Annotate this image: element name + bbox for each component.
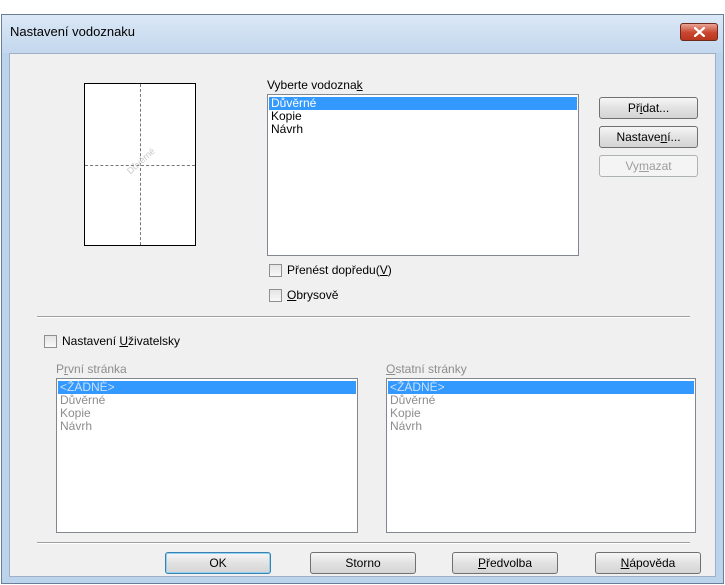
outline-checkbox[interactable]	[269, 289, 282, 302]
cb-text: Nastavení	[62, 334, 120, 348]
list-item[interactable]: Kopie	[388, 407, 694, 420]
cb-accel: U	[119, 334, 129, 348]
defaults-button[interactable]: Předvolba	[452, 552, 558, 574]
separator-top	[37, 316, 690, 318]
other-pages-listbox[interactable]: <ŽÁDNÉ> Důvěrné Kopie Návrh	[386, 378, 696, 533]
watermark-listbox[interactable]: Důvěrné Kopie Návrh	[267, 94, 579, 256]
cb-text: brysově	[296, 288, 339, 302]
btn-accel: m	[638, 159, 649, 173]
cb-accel: O	[287, 288, 297, 302]
list-item[interactable]: Důvěrné	[269, 97, 577, 110]
window-title: Nastavení vodoznaku	[10, 24, 136, 39]
outline-label[interactable]: Obrysově	[287, 288, 338, 302]
close-icon	[694, 27, 705, 37]
btn-text: ápověda	[629, 556, 676, 570]
btn-accel: N	[620, 556, 630, 570]
label-accel: O	[386, 362, 396, 376]
add-button[interactable]: Přidat...	[599, 97, 698, 119]
cb-accel: V	[379, 263, 388, 277]
title-bar[interactable]: Nastavení vodoznaku	[2, 15, 723, 53]
btn-text: dat...	[642, 101, 670, 115]
list-item[interactable]: Kopie	[269, 110, 577, 123]
list-item[interactable]: Důvěrné	[388, 394, 694, 407]
list-item[interactable]: Návrh	[58, 420, 356, 433]
first-page-listbox[interactable]: <ŽÁDNÉ> Důvěrné Kopie Návrh	[56, 378, 358, 533]
list-item[interactable]: Důvěrné	[58, 394, 356, 407]
settings-button[interactable]: Nastavení...	[599, 126, 698, 148]
list-item[interactable]: Návrh	[388, 420, 694, 433]
list-item[interactable]: Návrh	[269, 123, 577, 136]
help-button[interactable]: Nápověda	[595, 552, 701, 574]
btn-text: Př	[627, 101, 640, 115]
btn-text: Nastave	[616, 130, 661, 144]
label-text: P	[56, 362, 65, 376]
other-pages-label: Ostatní stránky	[386, 362, 467, 376]
label-text: Vyberte vodozna	[267, 78, 357, 92]
cb-text: )	[387, 263, 392, 277]
custom-settings-checkbox[interactable]	[44, 335, 57, 348]
btn-accel: P	[477, 556, 486, 570]
cb-text: Přenést dopředu(	[287, 263, 380, 277]
btn-text: í...	[667, 130, 681, 144]
custom-settings-label[interactable]: Nastavení Uživatelsky	[62, 334, 180, 348]
label-accel: k	[356, 78, 363, 92]
btn-text: ředvolba	[485, 556, 533, 570]
watermark-preview: Důvěrné	[84, 83, 196, 246]
close-button[interactable]	[680, 23, 718, 41]
cb-text: živatelsky	[128, 334, 181, 348]
watermark-select-label: Vyberte vodoznak	[267, 78, 363, 92]
cancel-button[interactable]: Storno	[310, 552, 416, 574]
label-text: vní stránka	[68, 362, 127, 376]
bring-front-checkbox[interactable]	[269, 264, 282, 277]
preview-watermark-text: Důvěrné	[125, 145, 157, 177]
delete-button[interactable]: Vymazat	[599, 155, 698, 177]
bring-front-label[interactable]: Přenést dopředu(V)	[287, 263, 392, 277]
btn-text: azat	[648, 159, 672, 173]
label-text: statní stránky	[395, 362, 467, 376]
dialog-window: Nastavení vodoznaku Důvěrné Vyberte vodo…	[1, 14, 724, 584]
ok-button[interactable]: OK	[165, 552, 271, 574]
dialog-client-area: Důvěrné Vyberte vodoznak Důvěrné Kopie N…	[9, 53, 716, 577]
first-page-label: První stránka	[56, 362, 127, 376]
btn-text: Vy	[625, 159, 639, 173]
separator-bottom	[37, 542, 690, 544]
list-item[interactable]: Kopie	[58, 407, 356, 420]
